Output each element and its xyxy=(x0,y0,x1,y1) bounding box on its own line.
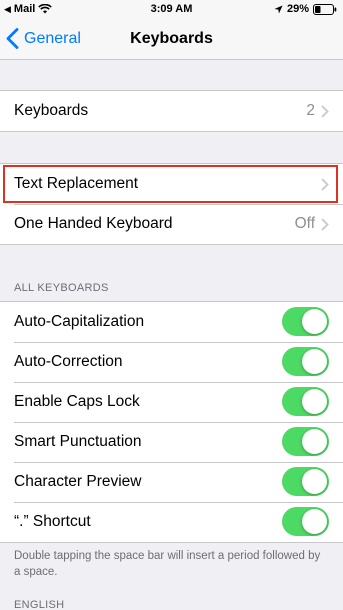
keyboards-row[interactable]: Keyboards 2 xyxy=(0,91,343,131)
keyboards-count: 2 xyxy=(306,102,315,119)
smart-punctuation-label: Smart Punctuation xyxy=(14,433,142,450)
english-header: ENGLISH xyxy=(14,599,65,610)
auto-capitalization-toggle[interactable] xyxy=(282,307,329,336)
auto-correction-toggle[interactable] xyxy=(282,347,329,376)
enable-caps-lock-label: Enable Caps Lock xyxy=(14,393,140,410)
toggle-knob xyxy=(302,429,327,454)
keyboards-row-detail: 2 xyxy=(306,91,329,131)
auto-correction-row: Auto-Correction xyxy=(0,342,343,382)
page-title: Keyboards xyxy=(130,30,213,47)
period-shortcut-footer: Double tapping the space bar will insert… xyxy=(14,550,321,578)
toggle-knob xyxy=(302,349,327,374)
character-preview-row: Character Preview xyxy=(0,462,343,502)
replacement-group: Text Replacement One Handed Keyboard Off xyxy=(0,163,343,245)
enable-caps-lock-toggle[interactable] xyxy=(282,387,329,416)
smart-punctuation-toggle[interactable] xyxy=(282,427,329,456)
status-bar: ◀ Mail 3:09 AM 29% xyxy=(0,0,343,20)
toggle-knob xyxy=(302,309,327,334)
period-shortcut-label: “.” Shortcut xyxy=(14,513,91,530)
location-arrow-icon xyxy=(274,4,283,14)
status-right: 29% xyxy=(274,3,337,15)
auto-capitalization-label: Auto-Capitalization xyxy=(14,313,145,330)
all-keyboards-header: ALL KEYBOARDS xyxy=(14,282,109,294)
text-replacement-detail xyxy=(321,164,329,204)
text-replacement-label: Text Replacement xyxy=(14,175,139,192)
text-replacement-row[interactable]: Text Replacement xyxy=(0,164,343,204)
one-handed-keyboard-value: Off xyxy=(294,215,315,232)
chevron-right-icon xyxy=(321,105,329,117)
period-shortcut-row: “.” Shortcut xyxy=(0,502,343,542)
one-handed-keyboard-detail: Off xyxy=(295,204,329,244)
toggle-knob xyxy=(302,469,327,494)
battery-icon xyxy=(313,3,337,15)
keyboards-group: Keyboards 2 xyxy=(0,90,343,132)
navigation-bar: General Keyboards xyxy=(0,20,343,60)
chevron-right-icon xyxy=(321,178,329,190)
auto-capitalization-row: Auto-Capitalization xyxy=(0,302,343,342)
one-handed-keyboard-row[interactable]: One Handed Keyboard Off xyxy=(0,204,343,244)
keyboards-row-label: Keyboards xyxy=(14,102,89,119)
all-keyboards-group: Auto-Capitalization Auto-Correction Enab… xyxy=(0,301,343,543)
enable-caps-lock-row: Enable Caps Lock xyxy=(0,382,343,422)
toggle-knob xyxy=(302,509,327,534)
one-handed-keyboard-label: One Handed Keyboard xyxy=(14,215,173,232)
smart-punctuation-row: Smart Punctuation xyxy=(0,422,343,462)
period-shortcut-toggle[interactable] xyxy=(282,507,329,536)
toggle-knob xyxy=(302,389,327,414)
chevron-right-icon xyxy=(321,218,329,230)
character-preview-label: Character Preview xyxy=(14,473,142,490)
character-preview-toggle[interactable] xyxy=(282,467,329,496)
battery-percent: 29% xyxy=(286,3,309,15)
auto-correction-label: Auto-Correction xyxy=(14,353,123,370)
